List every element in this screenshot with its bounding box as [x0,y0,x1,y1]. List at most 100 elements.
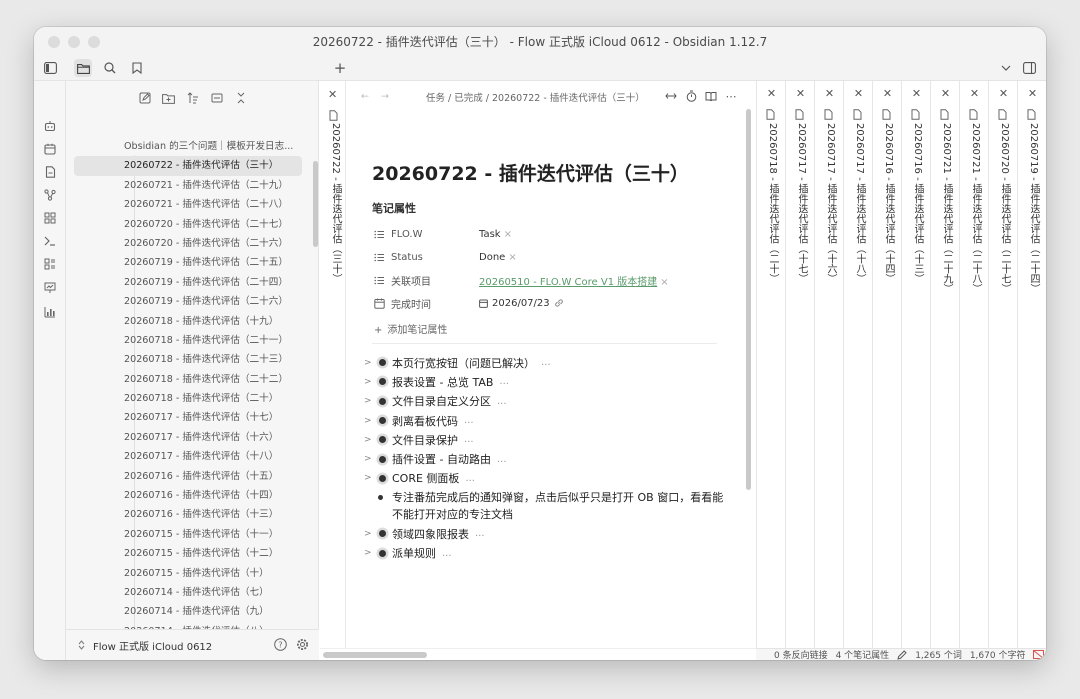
outline-item-text[interactable]: 文件目录自定义分区 [392,393,491,409]
close-tab-icon[interactable]: ✕ [902,87,931,100]
search-icon[interactable] [101,59,119,77]
document-icon[interactable] [41,163,59,181]
outline-item-text[interactable]: 专注番茄完成后的通知弹窗，点击后似乎只是打开 OB 窗口，看看能不能打开对应的专… [392,491,723,521]
chevron-down-icon[interactable] [997,59,1015,77]
properties-count[interactable]: 4 个笔记属性 [836,648,890,660]
readable-width-icon[interactable] [664,89,678,103]
close-tab-icon[interactable]: ✕ [989,87,1018,100]
collapse-chevron-icon[interactable]: > [364,454,376,464]
new-tab-button[interactable]: + [331,59,349,77]
bullet-icon[interactable] [376,436,388,444]
file-item[interactable]: 20260720 - 插件迭代评估（二十六） [74,234,302,253]
project-link[interactable]: 20260510 - FLO.W Core V1 版本搭建 [479,277,657,288]
outline-item[interactable]: > 文件目录保护... [364,430,724,449]
file-item[interactable]: 20260718 - 插件迭代评估（二十一） [74,331,302,350]
bullet-icon[interactable] [376,359,388,367]
backlinks-count[interactable]: 0 条反向链接 [774,648,828,660]
sync-status-icon[interactable] [1033,650,1045,659]
outline-item-text[interactable]: CORE 侧面板 [392,470,459,486]
horizontal-scrollbar[interactable] [320,648,756,660]
stacked-tab[interactable]: ✕ 20260717 - 插件迭代评估（十七） [785,81,814,648]
note-scrollbar[interactable] [746,109,751,490]
collapsed-indicator[interactable]: ... [497,396,507,407]
outline-item[interactable]: > 文件目录自定义分区... [364,392,724,411]
collapsed-indicator[interactable]: ... [499,376,509,387]
file-item[interactable]: 20260715 - 插件迭代评估（十二） [74,544,302,563]
auto-reveal-icon[interactable] [208,89,226,107]
sort-icon[interactable] [184,89,202,107]
file-item[interactable]: 20260719 - 插件迭代评估（二十四） [74,273,302,292]
outline-item[interactable]: > 本页行宽按钮（问题已解决）... [364,353,724,372]
stacked-tab[interactable]: ✕ 20260719 - 插件迭代评估（二十四） [1017,81,1046,648]
file-item[interactable]: 20260715 - 插件迭代评估（十） [74,564,302,583]
vault-switcher[interactable]: Flow 正式版 iCloud 0612 ? [66,629,319,660]
active-tab-spine[interactable]: ✕ 20260722 - 插件迭代评估（三十） [320,81,346,648]
file-item[interactable]: 20260716 - 插件迭代评估（十五） [74,467,302,486]
bullet-icon[interactable] [376,455,388,463]
graph-icon[interactable] [41,186,59,204]
close-tab-icon[interactable]: ✕ [844,87,873,100]
note-title[interactable]: 20260722 - 插件迭代评估（三十） [372,159,689,186]
new-folder-icon[interactable] [160,89,178,107]
files-tab-icon[interactable] [74,59,92,77]
outline-item[interactable]: > 剥离看板代码... [364,411,724,430]
collapsed-indicator[interactable]: ... [464,415,474,426]
property-row-related-project[interactable]: 关联项目 20260510 - FLO.W Core V1 版本搭建 × [372,271,722,289]
file-item[interactable]: 20260717 - 插件迭代评估（十七） [74,408,302,427]
bullet-icon[interactable] [376,417,388,425]
bullet-icon[interactable] [378,495,383,501]
reading-view-icon[interactable] [704,89,718,103]
outline-item-text[interactable]: 领域四象限报表 [392,526,469,542]
outline-item-text[interactable]: 派单规则 [392,545,436,561]
property-value-pill[interactable]: Task × [479,229,512,240]
settings-gear-icon[interactable] [296,638,309,651]
back-arrow-icon[interactable]: ← [358,89,372,103]
collapsed-indicator[interactable]: ... [464,434,474,445]
outline-item-text[interactable]: 插件设置 - 自动路由 [392,451,491,467]
outline-item-text[interactable]: 剥离看板代码 [392,413,458,429]
close-tab-icon[interactable]: ✕ [960,87,989,100]
help-icon[interactable]: ? [274,638,287,651]
collapsed-indicator[interactable]: ... [497,454,507,465]
edit-pencil-icon[interactable] [897,649,907,660]
outline-item[interactable]: > 插件设置 - 自动路由... [364,449,724,468]
close-tab-icon[interactable]: ✕ [931,87,960,100]
file-item[interactable]: Obsidian 的三个问题｜模板开发日志... [74,137,302,156]
outline-item[interactable]: > 报表设置 - 总览 TAB... [364,372,724,391]
outline-item-text[interactable]: 文件目录保护 [392,432,458,448]
close-window-button[interactable] [48,36,60,48]
bullet-icon[interactable] [376,397,388,405]
presentation-icon[interactable] [41,279,59,297]
terminal-icon[interactable] [41,232,59,250]
bullet-icon[interactable] [376,474,388,482]
property-value-pill[interactable]: Done × [479,252,517,263]
stacked-tab[interactable]: ✕ 20260716 - 插件迭代评估（十三） [901,81,930,648]
stacked-tab[interactable]: ✕ 20260720 - 插件迭代评估（二十七） [988,81,1017,648]
outline-item[interactable]: > 派单规则... [364,543,724,562]
calendar-icon[interactable] [41,140,59,158]
breadcrumb[interactable]: 任务 / 已完成 / 20260722 - 插件迭代评估（三十） [426,90,645,104]
file-item[interactable]: 20260719 - 插件迭代评估（二十六） [74,292,302,311]
collapse-chevron-icon[interactable]: > [364,548,376,558]
file-item[interactable]: 20260716 - 插件迭代评估（十三） [74,505,302,524]
close-tab-icon[interactable]: ✕ [873,87,902,100]
property-row-status[interactable]: Status Done × [372,248,722,266]
remove-value-icon[interactable]: × [660,277,668,288]
stacked-tab[interactable]: ✕ 20260717 - 插件迭代评估（十八） [843,81,872,648]
bar-chart-icon[interactable] [41,303,59,321]
bullet-icon[interactable] [376,549,388,557]
bullet-icon[interactable] [376,378,388,386]
right-sidebar-toggle-icon[interactable] [1020,59,1038,77]
outline-item-text[interactable]: 本页行宽按钮（问题已解决） [392,355,535,371]
stacked-tab[interactable]: ✕ 20260721 - 插件迭代评估（二十八） [959,81,988,648]
bookmark-icon[interactable] [128,59,146,77]
file-item[interactable]: 20260718 - 插件迭代评估（二十二） [74,370,302,389]
property-row-flow[interactable]: FLO.W Task × [372,225,722,243]
zoom-window-button[interactable] [88,36,100,48]
close-tab-icon[interactable]: ✕ [328,88,337,101]
collapse-chevron-icon[interactable]: > [364,396,376,406]
file-item[interactable]: 20260719 - 插件迭代评估（二十五） [74,253,302,272]
file-item[interactable]: 20260721 - 插件迭代评估（二十八） [74,195,302,214]
file-item[interactable]: 20260717 - 插件迭代评估（十六） [74,428,302,447]
close-tab-icon[interactable]: ✕ [786,87,815,100]
